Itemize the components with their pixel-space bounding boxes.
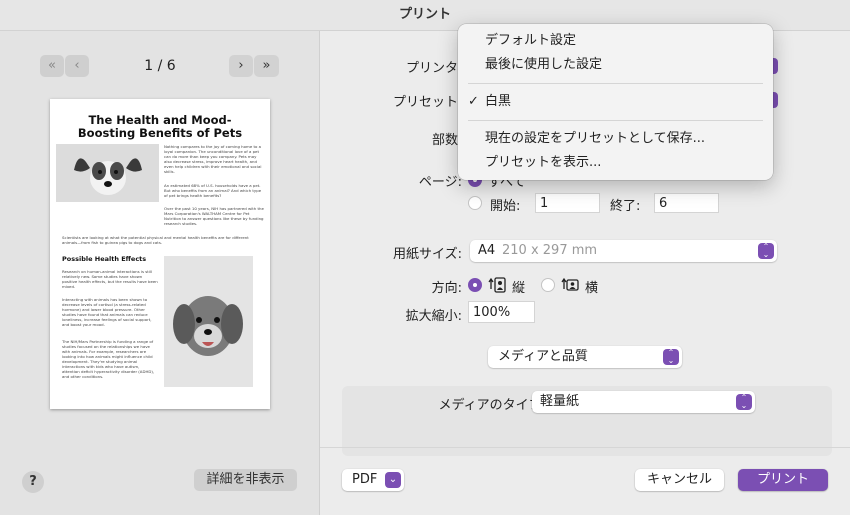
chevron-down-icon: ⌄ — [385, 472, 401, 488]
chevron-right-icon: › — [238, 58, 244, 73]
menu-item-default-settings[interactable]: デフォルト設定 — [458, 30, 773, 52]
orientation-label: 方向: — [431, 281, 462, 296]
portrait-icon — [488, 277, 506, 293]
document-title: The Health and Mood-Boosting Benefits of… — [77, 113, 243, 140]
page-indicator: 1 / 6 — [144, 58, 176, 74]
printer-label: プリンタ — [405, 61, 458, 76]
menu-item-save-preset[interactable]: 現在の設定をプリセットとして保存... — [458, 128, 773, 150]
dog-photo-1 — [56, 144, 159, 202]
dog-photo-2 — [164, 256, 253, 387]
popup-stepper-icon: ⌃⌄ — [736, 394, 752, 410]
pages-from-field[interactable]: 1 — [535, 193, 600, 213]
paper-size-popup[interactable]: A4 210 x 297 mm ⌃ ⌄ — [470, 240, 777, 262]
preset-dropdown-menu: デフォルト設定 最後に使用した設定 ✓ 白黒 現在の設定をプリセットとして保存.… — [458, 24, 773, 180]
paper-size-value: A4 — [478, 243, 496, 258]
double-chevron-left-icon: « — [48, 58, 56, 73]
menu-separator — [468, 83, 763, 84]
pdf-menu-button[interactable]: PDF ⌄ — [342, 469, 404, 491]
pages-label: ページ: — [418, 175, 462, 190]
document-subheading: Possible Health Effects — [62, 255, 147, 263]
cancel-button[interactable]: キャンセル — [635, 469, 724, 491]
copies-label: 部数 — [431, 133, 458, 148]
preview-pane: « ‹ 1 / 6 › » The Health and Mood-Boosti… — [0, 31, 320, 515]
first-page-button[interactable]: « — [40, 55, 64, 77]
paper-size-dimensions: 210 x 297 mm — [502, 243, 598, 258]
paper-size-label: 用紙サイズ: — [393, 247, 462, 262]
paragraph-5: Research on human-animal interactions is… — [62, 269, 158, 289]
popup-stepper-icon: ⌃⌄ — [758, 243, 774, 259]
paragraph-4: Scientists are looking at what the poten… — [62, 235, 249, 245]
next-page-button[interactable]: › — [229, 55, 253, 77]
footer-divider — [320, 447, 850, 448]
help-button[interactable]: ? — [22, 471, 44, 493]
menu-item-show-presets[interactable]: プリセットを表示... — [458, 152, 773, 174]
double-chevron-right-icon: » — [262, 58, 271, 73]
last-page-button[interactable]: » — [254, 55, 279, 77]
paragraph-2: An estimated 68% of U.S. households have… — [164, 183, 262, 198]
media-quality-section: メディアのタイプ: 軽量紙 ⌃ ⌄ — [342, 386, 832, 456]
question-mark-icon: ? — [29, 474, 37, 489]
orientation-portrait-radio[interactable] — [468, 278, 482, 292]
pdf-label: PDF — [352, 472, 378, 487]
paragraph-3: Over the past 10 years, NIH has partnere… — [164, 206, 264, 226]
paragraph-1: Nothing compares to the joy of coming ho… — [164, 144, 262, 174]
pages-from-label: 開始: — [490, 199, 521, 214]
paragraph-6: Interacting with animals has been shown … — [62, 297, 152, 327]
pages-range-radio[interactable] — [468, 196, 482, 210]
menu-item-last-used[interactable]: 最後に使用した設定 — [458, 54, 773, 76]
scale-field[interactable]: 100% — [468, 301, 535, 323]
chevron-left-icon: ‹ — [74, 58, 80, 73]
menu-separator — [468, 120, 763, 121]
orientation-landscape-radio[interactable] — [541, 278, 555, 292]
preset-label: プリセット — [392, 95, 458, 110]
hide-details-button[interactable]: 詳細を非表示 — [194, 469, 297, 491]
orientation-landscape-label: 横 — [585, 281, 599, 296]
section-popup[interactable]: メディアと品質 ⌃ ⌄ — [488, 346, 682, 368]
checkmark-icon: ✓ — [468, 94, 479, 109]
media-type-value: 軽量紙 — [540, 394, 580, 409]
media-type-popup[interactable]: 軽量紙 ⌃ ⌄ — [532, 391, 755, 413]
section-popup-label: メディアと品質 — [498, 349, 588, 364]
pages-to-label: 終了: — [610, 199, 641, 214]
landscape-icon — [561, 277, 579, 291]
scale-label: 拡大縮小: — [405, 309, 462, 324]
menu-item-black-white[interactable]: ✓ 白黒 — [458, 91, 773, 113]
previous-page-button[interactable]: ‹ — [65, 55, 89, 77]
orientation-portrait-label: 縦 — [512, 281, 526, 296]
popup-stepper-icon: ⌃⌄ — [663, 349, 679, 365]
media-type-label: メディアのタイプ: — [438, 398, 546, 413]
paragraph-7: The NIH/Mars Partnership is funding a ra… — [62, 339, 155, 379]
print-button[interactable]: プリント — [738, 469, 828, 491]
pages-to-field[interactable]: 6 — [654, 193, 719, 213]
page-preview: The Health and Mood-Boosting Benefits of… — [50, 99, 270, 409]
